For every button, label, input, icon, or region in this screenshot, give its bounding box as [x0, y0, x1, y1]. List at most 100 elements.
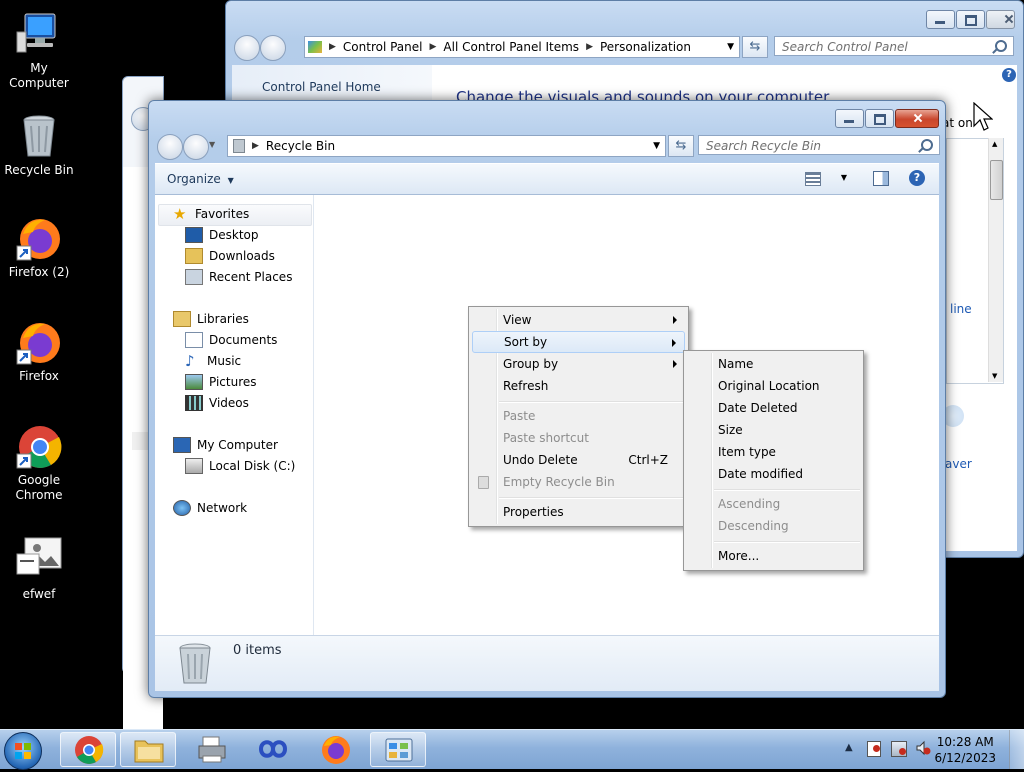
organize-button[interactable]: Organize ▼ [167, 172, 234, 186]
nav-downloads[interactable]: Downloads [185, 246, 275, 266]
nav-videos[interactable]: Videos [185, 393, 249, 413]
forward-button[interactable] [183, 134, 209, 160]
desktop-icon-efwef[interactable]: efwef [1, 536, 77, 602]
address-bar[interactable]: ▶ Control Panel ▶ All Control Panel Item… [304, 36, 740, 58]
nav-libraries[interactable]: Libraries [173, 309, 249, 329]
nav-pictures[interactable]: Pictures [185, 372, 257, 392]
chevron-down-icon[interactable]: ▼ [841, 173, 847, 182]
menu-label: Undo Delete [503, 453, 578, 467]
desktop-icon-recycle-bin[interactable]: Recycle Bin [1, 112, 77, 178]
refresh-button[interactable]: ⇆ [742, 36, 768, 58]
search-icon [995, 40, 1007, 52]
show-desktop-button[interactable] [1009, 730, 1024, 769]
nav-label: Local Disk (C:) [209, 459, 296, 473]
menu-item-view[interactable]: View [472, 309, 685, 331]
control-panel-home-link[interactable]: Control Panel Home [262, 80, 381, 94]
back-button[interactable] [234, 35, 260, 61]
menu-label: Group by [503, 357, 559, 371]
music-icon: ♪ [185, 352, 195, 370]
address-bar[interactable]: ▶ Recycle Bin ▼ [227, 135, 666, 157]
minimize-button[interactable] [926, 10, 955, 29]
scroll-thumb[interactable] [990, 160, 1003, 200]
network-status-icon[interactable] [891, 741, 907, 757]
menu-label: Properties [503, 505, 564, 519]
change-view-button[interactable] [805, 172, 821, 186]
partial-link[interactable]: line [950, 302, 972, 316]
nav-local-disk[interactable]: Local Disk (C:) [185, 456, 295, 476]
chevron-down-icon[interactable]: ▼ [653, 141, 660, 151]
desktop-icon-firefox-2[interactable]: Firefox (2) [1, 214, 77, 280]
close-button[interactable] [986, 10, 1015, 29]
breadcrumb-control-panel[interactable]: Control Panel [343, 40, 423, 54]
menu-label: Descending [718, 519, 789, 533]
documents-icon [185, 332, 203, 348]
menu-label: Date modified [718, 467, 804, 481]
taskbar-explorer[interactable] [120, 732, 176, 767]
menu-item-group-by[interactable]: Group by [472, 353, 685, 375]
menu-item-refresh[interactable]: Refresh [472, 375, 685, 397]
breadcrumb-personalization[interactable]: Personalization [600, 40, 691, 54]
menu-item-undo-delete[interactable]: Undo Delete Ctrl+Z [472, 449, 685, 471]
close-button[interactable] [895, 109, 939, 128]
menu-label: Item type [718, 445, 776, 459]
sort-by-original-location[interactable]: Original Location [687, 375, 860, 397]
taskbar-infinity-app[interactable] [245, 732, 301, 767]
nav-network[interactable]: Network [173, 498, 247, 518]
desktop-icon-my-computer[interactable]: My Computer [1, 10, 77, 91]
help-icon[interactable]: ? [909, 170, 925, 186]
breadcrumb-recycle-bin[interactable]: Recycle Bin [266, 139, 335, 153]
nav-recent-places[interactable]: Recent Places [185, 267, 292, 287]
start-button[interactable] [4, 732, 42, 770]
help-icon[interactable]: ? [1002, 68, 1016, 82]
search-input[interactable]: Search Control Panel [774, 36, 1014, 56]
menu-label: Name [718, 357, 754, 371]
system-clock[interactable]: 10:28 AM 6/12/2023 [934, 734, 996, 766]
taskbar-firefox[interactable] [308, 732, 364, 767]
star-icon: ★ [173, 205, 187, 223]
nav-label: Network [197, 501, 248, 515]
chevron-right-icon: ▶ [586, 42, 593, 52]
mouse-cursor-icon [973, 101, 994, 135]
nav-label: Favorites [195, 207, 250, 221]
recent-pages-dropdown[interactable]: ▼ [209, 140, 215, 149]
nav-music[interactable]: ♪ Music [185, 351, 241, 371]
menu-label: Paste [503, 409, 536, 423]
forward-button[interactable] [260, 35, 286, 61]
preview-pane-button[interactable] [873, 171, 889, 186]
menu-item-properties[interactable]: Properties [472, 501, 685, 523]
chevron-down-icon[interactable]: ▼ [727, 42, 734, 52]
taskbar-printer[interactable] [185, 732, 241, 767]
nav-documents[interactable]: Documents [185, 330, 277, 350]
desktop-icon-label: Recycle Bin [4, 163, 74, 177]
sort-by-size[interactable]: Size [687, 419, 860, 441]
scroll-down-arrow[interactable]: ▼ [992, 372, 997, 380]
partial-link[interactable]: aver [945, 457, 972, 471]
vertical-scrollbar[interactable]: ▲ ▼ [988, 138, 1003, 382]
taskbar-control-panel[interactable] [370, 732, 426, 767]
sort-by-item-type[interactable]: Item type [687, 441, 860, 463]
desktop-icon-google-chrome[interactable]: Google Chrome [1, 422, 77, 503]
sort-by-date-deleted[interactable]: Date Deleted [687, 397, 860, 419]
refresh-button[interactable]: ⇆ [668, 135, 694, 157]
minimize-button[interactable] [835, 109, 864, 128]
nav-desktop[interactable]: Desktop [185, 225, 259, 245]
sort-more[interactable]: More... [687, 545, 860, 567]
nav-my-computer[interactable]: My Computer [173, 435, 278, 455]
search-input[interactable]: Search Recycle Bin [698, 135, 940, 155]
nav-favorites[interactable]: ★ Favorites [173, 204, 249, 224]
back-button[interactable] [157, 134, 183, 160]
scroll-up-arrow[interactable]: ▲ [992, 140, 997, 148]
volume-icon[interactable] [915, 740, 931, 756]
infinity-icon [258, 740, 288, 758]
action-center-icon[interactable] [867, 741, 881, 757]
taskbar-chrome[interactable] [60, 732, 116, 767]
sort-by-name[interactable]: Name [687, 353, 860, 375]
show-hidden-icons-button[interactable]: ▲ [845, 742, 853, 753]
sort-ascending: Ascending [687, 493, 860, 515]
desktop-icon-firefox[interactable]: Firefox [1, 318, 77, 384]
sort-by-date-modified[interactable]: Date modified [687, 463, 860, 485]
maximize-button[interactable] [865, 109, 894, 128]
menu-item-sort-by[interactable]: Sort by [472, 331, 685, 353]
breadcrumb-all-items[interactable]: All Control Panel Items [443, 40, 579, 54]
maximize-button[interactable] [956, 10, 985, 29]
